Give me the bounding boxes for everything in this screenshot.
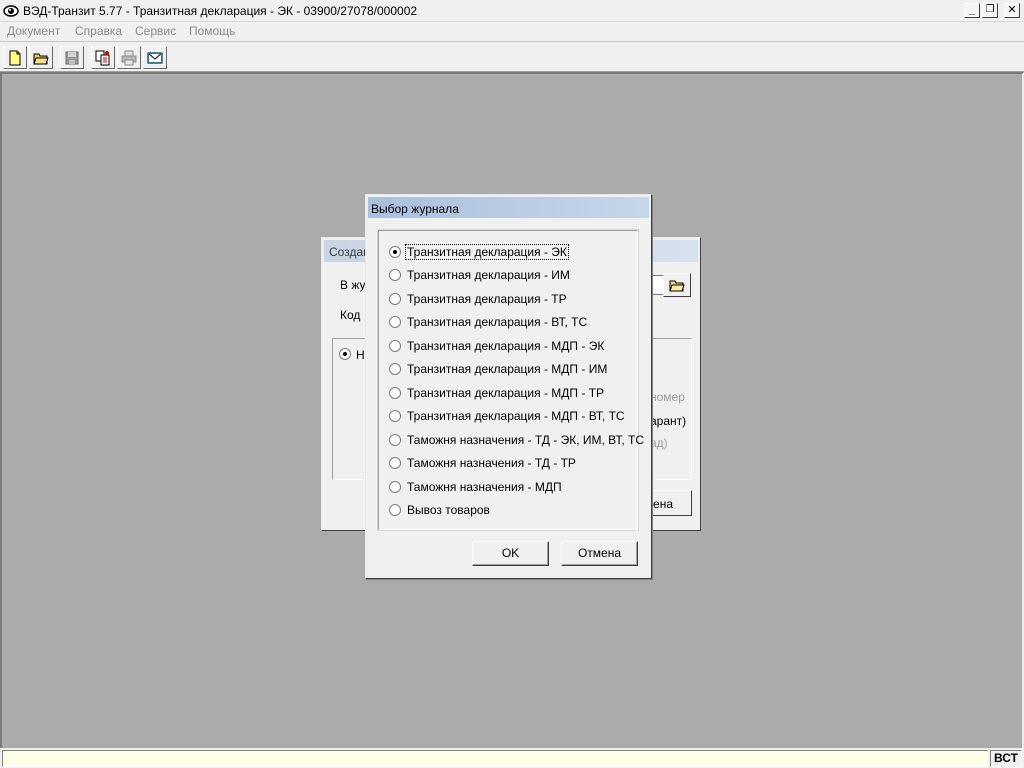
radio-button[interactable] xyxy=(389,269,401,281)
menu-help-reference[interactable]: Справка xyxy=(75,24,122,38)
journal-option-label: Таможня назначения - ТД - ЭК, ИМ, ВТ, ТС xyxy=(407,433,645,447)
disabled-hint: ад) xyxy=(650,436,668,450)
journal-option-label: Транзитная декларация - ЭК xyxy=(405,244,569,260)
create-option-label: Н xyxy=(356,348,365,362)
menu-document[interactable]: Документ xyxy=(7,24,60,38)
journal-option-label: Транзитная декларация - МДП - ТР xyxy=(407,386,605,400)
create-dialog-title: Создан xyxy=(329,245,370,259)
email-envelope-icon xyxy=(147,52,163,64)
create-option-radio[interactable] xyxy=(339,348,351,360)
email-button[interactable] xyxy=(143,46,167,69)
journal-select-dialog: Выбор журнала Транзитная декларация - ЭК… xyxy=(365,194,652,579)
journal-dialog-titlebar: Выбор журнала xyxy=(368,197,649,218)
journal-option-label: Вывоз товаров xyxy=(407,503,490,517)
radio-button[interactable] xyxy=(389,434,401,446)
radio-button[interactable] xyxy=(389,504,401,516)
open-button[interactable] xyxy=(29,46,53,69)
journal-option-label: Транзитная декларация - МДП - ИМ xyxy=(407,362,608,376)
number-hint: номер xyxy=(650,390,685,404)
journal-option-label: Транзитная декларация - МДП - ЭК xyxy=(407,339,605,353)
radio-button[interactable] xyxy=(389,340,401,352)
save-disk-icon xyxy=(65,51,79,65)
radio-button[interactable] xyxy=(389,457,401,469)
journal-option-label: Транзитная декларация - ТР xyxy=(407,292,567,306)
ok-button[interactable]: OK xyxy=(472,541,549,566)
open-folder-icon xyxy=(669,280,685,292)
app-eye-icon xyxy=(3,5,19,17)
print-button[interactable] xyxy=(117,46,141,69)
new-document-icon xyxy=(9,50,21,66)
status-message xyxy=(2,750,988,767)
radio-button[interactable] xyxy=(389,363,401,375)
insert-mode-indicator: ВСТ xyxy=(990,750,1022,767)
menu-bar: Документ Справка Сервис Помощь xyxy=(0,22,1024,41)
open-folder-icon xyxy=(33,53,49,65)
menu-service[interactable]: Сервис xyxy=(135,24,176,38)
journal-option-label: Транзитная декларация - ИМ xyxy=(407,268,570,282)
radio-button[interactable] xyxy=(389,246,401,258)
journal-option-label: Транзитная декларация - ВТ, ТС xyxy=(407,315,588,329)
radio-button[interactable] xyxy=(389,481,401,493)
code-label: Код xyxy=(340,308,361,322)
browse-journal-button[interactable] xyxy=(663,273,691,297)
cancel-button[interactable]: Отмена xyxy=(561,541,638,566)
journal-dialog-title: Выбор журнала xyxy=(371,202,459,216)
radio-button[interactable] xyxy=(389,387,401,399)
journal-label: В жу xyxy=(340,278,366,292)
journal-option-label: Таможня назначения - ТД - ТР xyxy=(407,456,576,470)
menu-help[interactable]: Помощь xyxy=(189,24,235,38)
guarantee-label: арант) xyxy=(650,414,687,428)
status-bar: ВСТ xyxy=(0,748,1024,768)
copy-document-icon xyxy=(95,50,110,66)
toolbar xyxy=(0,41,1024,72)
new-document-button[interactable] xyxy=(3,46,27,69)
restore-button[interactable]: ❐ xyxy=(982,3,998,18)
radio-button[interactable] xyxy=(389,316,401,328)
minimize-button[interactable]: _ xyxy=(964,3,980,18)
copy-document-button[interactable] xyxy=(91,46,115,69)
save-button[interactable] xyxy=(60,46,84,69)
close-button[interactable]: ✕ xyxy=(1004,3,1020,18)
print-icon xyxy=(121,50,137,66)
journal-option-label: Транзитная декларация - МДП - ВТ, ТС xyxy=(407,409,625,423)
journal-options-group: Транзитная декларация - ЭК Транзитная де… xyxy=(377,229,644,531)
title-bar: ВЭД-Транзит 5.77 - Транзитная декларация… xyxy=(0,0,1024,22)
radio-button[interactable] xyxy=(389,410,401,422)
journal-option-label: Таможня назначения - МДП xyxy=(407,480,562,494)
window-title: ВЭД-Транзит 5.77 - Транзитная декларация… xyxy=(23,4,418,18)
radio-button[interactable] xyxy=(389,293,401,305)
